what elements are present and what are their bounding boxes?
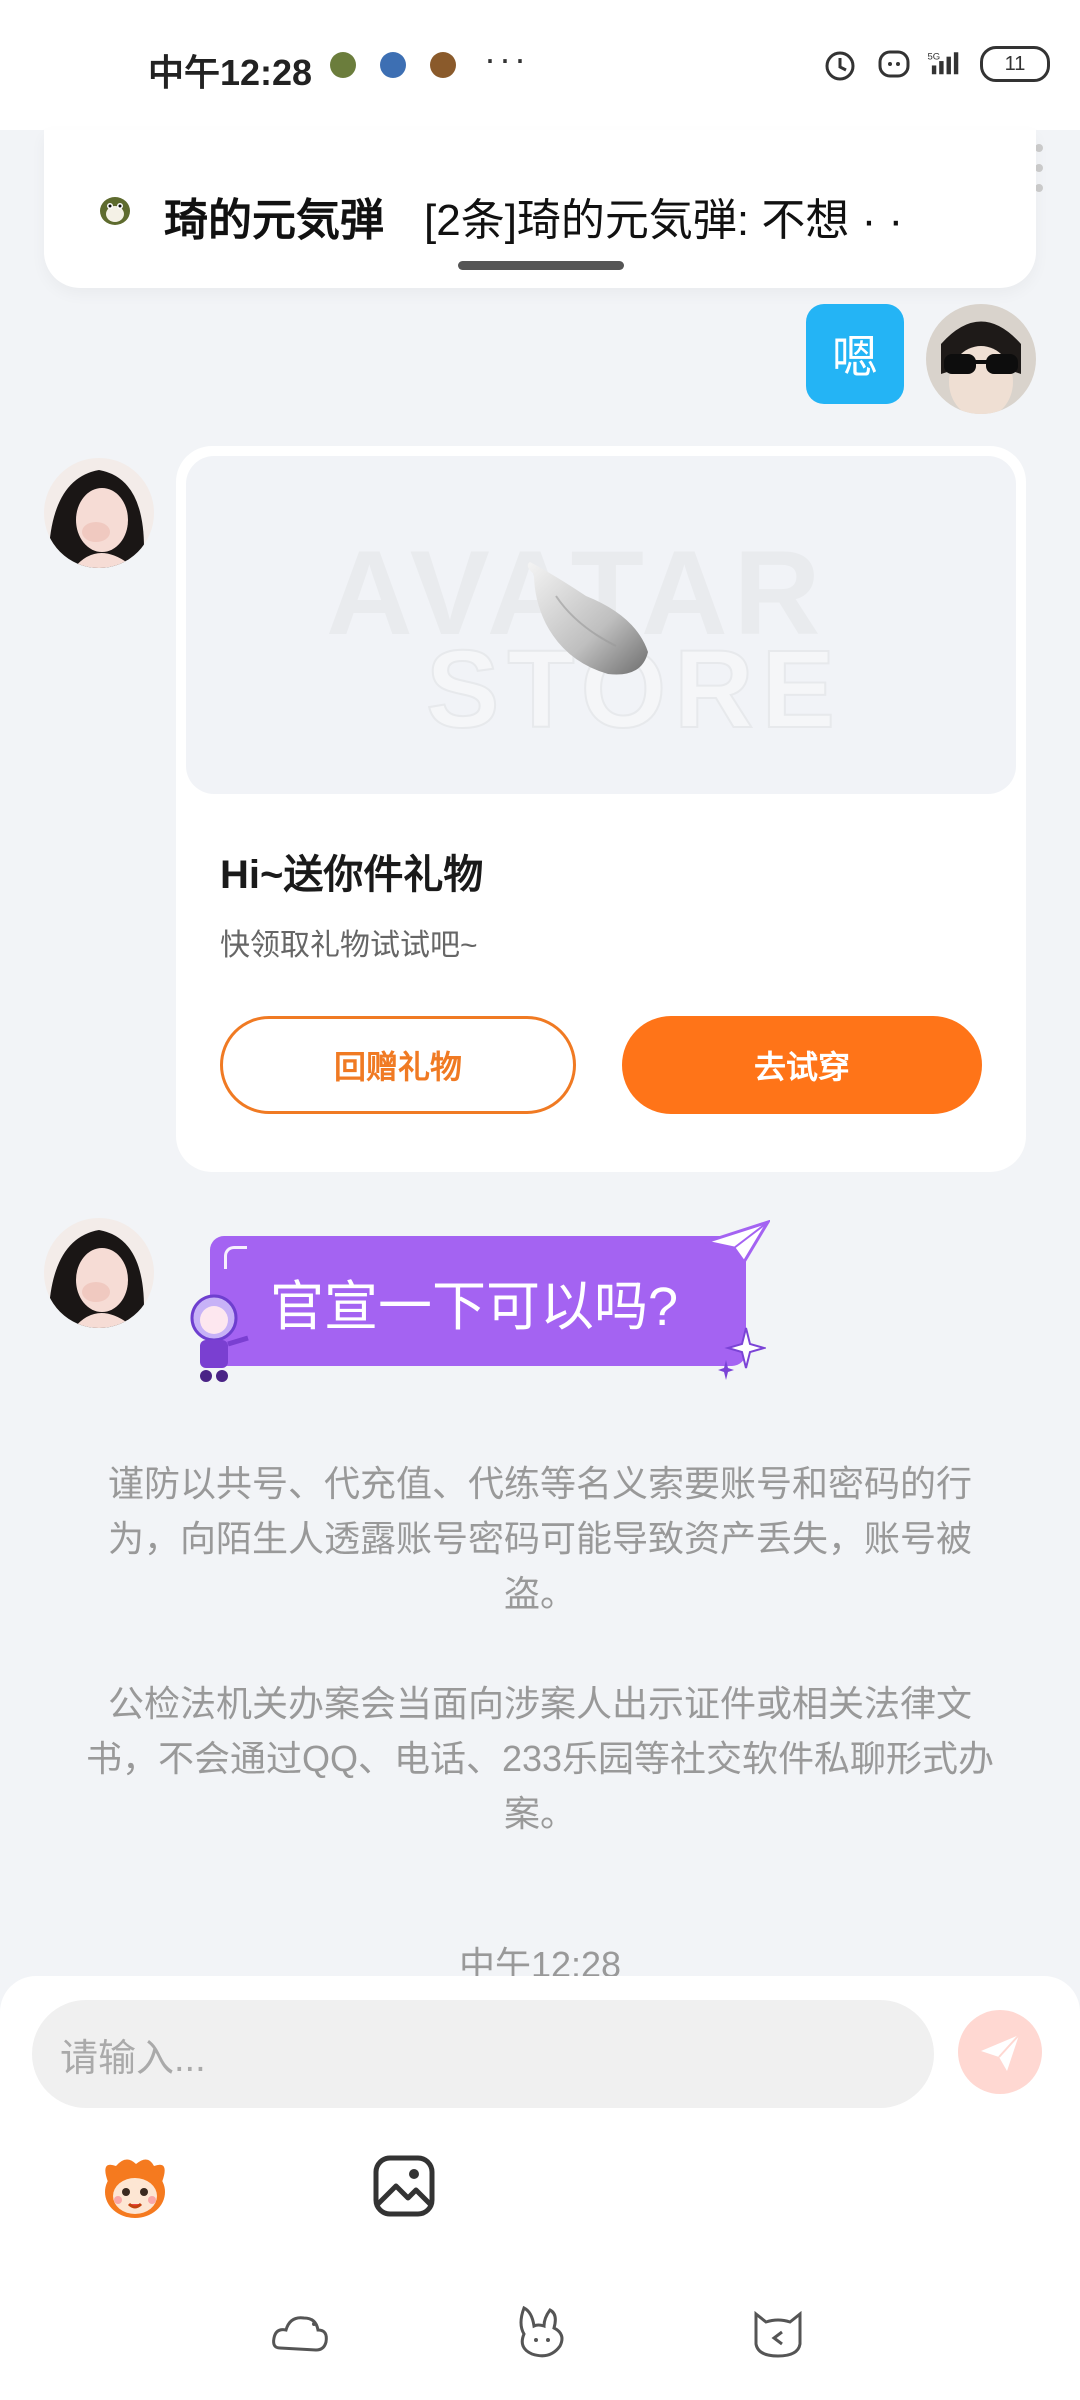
nav-recents-button[interactable]	[270, 2304, 330, 2360]
notification-app-icon	[380, 52, 406, 78]
image-button[interactable]	[372, 2154, 436, 2218]
paper-plane-decoration-icon	[704, 1220, 770, 1265]
sparkle-icon	[718, 1327, 766, 1380]
return-gift-button[interactable]: 回赠礼物	[220, 1016, 576, 1114]
nfc-icon	[872, 44, 916, 84]
gift-card[interactable]: AVATAR STORE Hi~送你件礼物 快领取礼物试试吧~ 回赠礼物 去试穿	[176, 446, 1026, 1172]
my-message-bubble[interactable]: 嗯	[806, 304, 904, 404]
qq-penguin-icon	[96, 190, 134, 228]
alarm-icon	[818, 44, 862, 84]
notification-sender: 琦的元気弾	[164, 196, 384, 245]
notification-app-icon	[330, 52, 356, 78]
status-indicators: 5G 11	[818, 44, 1050, 84]
bubble-decoration	[224, 1246, 247, 1269]
my-avatar[interactable]	[926, 304, 1036, 414]
more-notifications-icon: ···	[484, 38, 529, 79]
safety-notice: 公检法机关办案会当面向涉案人出示证件或相关法律文书，不会通过QQ、电话、233乐…	[85, 1683, 995, 1834]
gift-preview-image: AVATAR STORE	[186, 456, 1016, 794]
signal-icon: 5G	[926, 44, 970, 84]
bunny-icon	[519, 2305, 564, 2358]
try-on-button[interactable]: 去试穿	[622, 1016, 982, 1114]
battery-level: 11	[1004, 52, 1026, 75]
network-type: 5G	[927, 52, 940, 63]
nav-home-button[interactable]	[510, 2304, 570, 2360]
cat-back-icon	[754, 2310, 802, 2358]
cloud-cat-icon	[272, 2316, 328, 2352]
contact-avatar[interactable]	[44, 1218, 154, 1328]
fox-tail-icon	[527, 562, 648, 675]
gift-subtitle: 快领取礼物试试吧~	[220, 929, 478, 962]
emoji-mascot-icon	[105, 2159, 165, 2218]
gift-title: Hi~送你件礼物	[220, 853, 484, 897]
message-input[interactable]: 请输入...	[32, 2000, 934, 2108]
paper-plane-icon	[981, 2034, 1020, 2071]
notification-app-icon	[430, 52, 456, 78]
battery-icon: 11	[980, 46, 1050, 82]
safety-notice: 谨防以共号、代充值、代练等名义索要账号和密码的行为，向陌生人透露账号密码可能导致…	[107, 1463, 972, 1614]
image-icon	[373, 2155, 435, 2217]
status-time: 中午12:28	[148, 52, 313, 93]
banner-drag-handle[interactable]	[458, 261, 624, 270]
send-button[interactable]	[958, 2010, 1042, 2094]
mascot-sticker-icon	[190, 1294, 249, 1382]
emoji-button[interactable]	[96, 2152, 174, 2224]
contact-message-bubble[interactable]: 官宣一下可以吗?	[210, 1236, 746, 1366]
message-notification-banner[interactable]: 琦的元気弾 [2条]琦的元気弾: 不想 · ·	[44, 130, 1036, 288]
nav-back-button[interactable]	[748, 2304, 808, 2360]
notification-message: [2条]琦的元気弾: 不想 · ·	[424, 196, 904, 245]
contact-avatar[interactable]	[44, 458, 154, 568]
